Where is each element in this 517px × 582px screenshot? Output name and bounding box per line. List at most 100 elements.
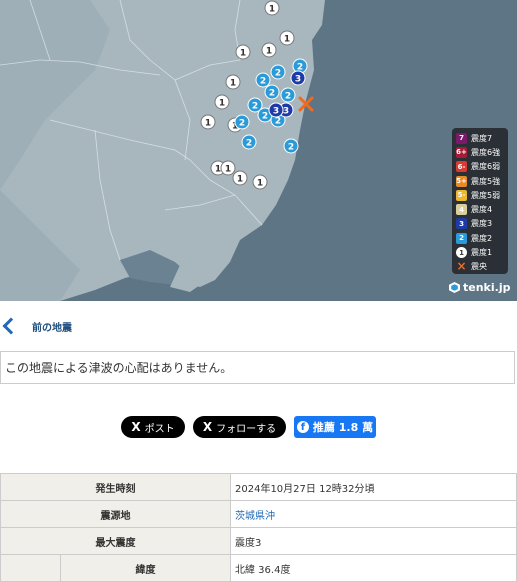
legend-row: 3 震度3 — [456, 217, 508, 231]
facebook-recommend-button[interactable]: f 推薦 1.8 萬 — [294, 416, 376, 438]
svg-text:2: 2 — [275, 69, 281, 79]
legend-label: 震度7 — [471, 133, 493, 143]
tenki-logo-icon — [449, 282, 460, 293]
svg-text:1: 1 — [205, 119, 211, 129]
intensity-marker: 1 — [214, 94, 230, 110]
row-label: 緯度 — [60, 554, 231, 582]
intensity-marker: 2 — [280, 87, 296, 103]
row-value: 北緯 36.4度 — [230, 554, 517, 582]
row-label: 震源地 — [0, 500, 231, 528]
table-row: 発生時刻 2024年10月27日 12時32分頃 — [0, 473, 517, 501]
legend-row: 1 震度1 — [456, 245, 508, 259]
legend-epicenter-label: 震央 — [471, 262, 487, 272]
intensity-marker: 1 — [252, 174, 268, 190]
svg-text:1: 1 — [240, 49, 246, 59]
svg-text:1: 1 — [269, 5, 275, 15]
facebook-recommend-label: 推薦 1.8 萬 — [312, 421, 374, 434]
prev-earthquake-nav[interactable]: 前の地震 — [0, 301, 517, 351]
legend-label: 震度5強 — [471, 176, 501, 186]
row-value: 2024年10月27日 12時32分頃 — [230, 473, 517, 501]
intensity-legend: 7 震度7 6+ 震度6強 6- 震度6弱 5+ 震度5強 5- 震度5弱 4 震度4 3 震度3 2 震度2… — [452, 128, 508, 274]
svg-text:3: 3 — [283, 107, 289, 117]
svg-text:2: 2 — [260, 77, 266, 87]
legend-swatch: 6- — [456, 161, 467, 173]
legend-swatch: 6+ — [456, 146, 467, 158]
x-post-label: ポスト — [144, 423, 175, 435]
x-follow-button[interactable]: X フォローする — [193, 416, 286, 438]
legend-label: 震度5弱 — [471, 190, 501, 200]
legend-label: 震度2 — [471, 233, 493, 243]
legend-label: 震度4 — [471, 205, 493, 215]
table-row: 最大震度 震度3 — [0, 527, 517, 555]
svg-text:1: 1 — [266, 47, 272, 57]
tenki-logo[interactable]: tenki.jp — [449, 281, 510, 294]
intensity-marker: 1 — [220, 160, 236, 176]
intensity-marker: 1 — [261, 42, 277, 58]
intensity-marker: 2 — [283, 138, 299, 154]
svg-text:2: 2 — [262, 112, 268, 122]
legend-label: 震度3 — [471, 219, 493, 229]
intensity-marker: 2 — [234, 114, 250, 130]
svg-text:2: 2 — [252, 102, 258, 112]
intensity-marker: 2 — [270, 64, 286, 80]
svg-text:1: 1 — [225, 165, 231, 175]
legend-label: 震度6弱 — [471, 162, 501, 172]
legend-row: 6- 震度6弱 — [456, 160, 508, 174]
tsunami-notice: この地震による津波の心配はありません。 — [0, 351, 515, 384]
legend-swatch: 5+ — [456, 175, 467, 187]
legend-swatch: 7 — [456, 132, 467, 144]
svg-text:2: 2 — [246, 139, 252, 149]
svg-text:1: 1 — [215, 165, 221, 175]
row-value: 震度3 — [230, 527, 517, 555]
svg-text:2: 2 — [269, 89, 275, 99]
x-follow-label: フォローする — [216, 423, 277, 435]
earthquake-info-table: 発生時刻 2024年10月27日 12時32分頃 震源地 茨城県沖 最大震度 震… — [0, 473, 517, 582]
legend-label: 震度1 — [471, 248, 493, 258]
legend-row: 7 震度7 — [456, 131, 508, 145]
intensity-marker: 1 — [264, 0, 280, 16]
legend-swatch: 1 — [456, 247, 467, 259]
legend-row: 6+ 震度6強 — [456, 145, 508, 159]
intensity-marker: 1 — [235, 44, 251, 60]
svg-text:1: 1 — [230, 79, 236, 89]
legend-swatch: 4 — [456, 204, 467, 216]
legend-row: 4 震度4 — [456, 202, 508, 216]
svg-text:2: 2 — [275, 117, 281, 127]
intensity-marker: 1 — [200, 114, 216, 130]
legend-swatch: 5- — [456, 189, 467, 201]
epicenter-link[interactable]: 茨城県沖 — [230, 500, 517, 528]
map-canvas: 11 11111 11 11 12222 22222 22333 — [0, 0, 517, 301]
legend-row: 2 震度2 — [456, 231, 508, 245]
intensity-marker: 2 — [264, 84, 280, 100]
prev-earthquake-link[interactable]: 前の地震 — [32, 319, 72, 334]
legend-epicenter-row: × 震央 — [456, 260, 508, 274]
facebook-icon: f — [296, 421, 309, 433]
chevron-left-icon[interactable] — [2, 317, 20, 335]
table-row: 緯度 北緯 36.4度 — [0, 554, 517, 582]
tenki-logo-text: tenki.jp — [463, 281, 511, 294]
svg-text:2: 2 — [285, 92, 291, 102]
svg-text:1: 1 — [284, 35, 290, 45]
svg-text:1: 1 — [257, 179, 263, 189]
row-label: 発生時刻 — [0, 473, 231, 501]
svg-text:2: 2 — [239, 119, 245, 129]
svg-text:1: 1 — [237, 175, 243, 185]
x-icon: X — [202, 420, 213, 434]
svg-text:3: 3 — [295, 75, 301, 85]
intensity-marker: 2 — [241, 134, 257, 150]
intensity-marker: 1 — [279, 30, 295, 46]
legend-label: 震度6強 — [471, 147, 501, 157]
row-label: 最大震度 — [0, 527, 231, 555]
svg-text:3: 3 — [273, 107, 279, 117]
x-post-button[interactable]: X ポスト — [121, 416, 185, 438]
intensity-marker: 1 — [225, 74, 241, 90]
intensity-marker: 2 — [255, 72, 271, 88]
intensity-marker: 3 — [268, 102, 284, 118]
svg-text:1: 1 — [219, 99, 225, 109]
row-spacer — [0, 554, 61, 582]
intensity-marker: 1 — [232, 170, 248, 186]
table-row: 震源地 茨城県沖 — [0, 500, 517, 528]
x-icon: X — [131, 420, 141, 434]
earthquake-map: 11111111111122222222222333 7 震度7 6+ 震度6強 6- 震… — [0, 0, 517, 301]
legend-swatch: 3 — [456, 218, 467, 230]
